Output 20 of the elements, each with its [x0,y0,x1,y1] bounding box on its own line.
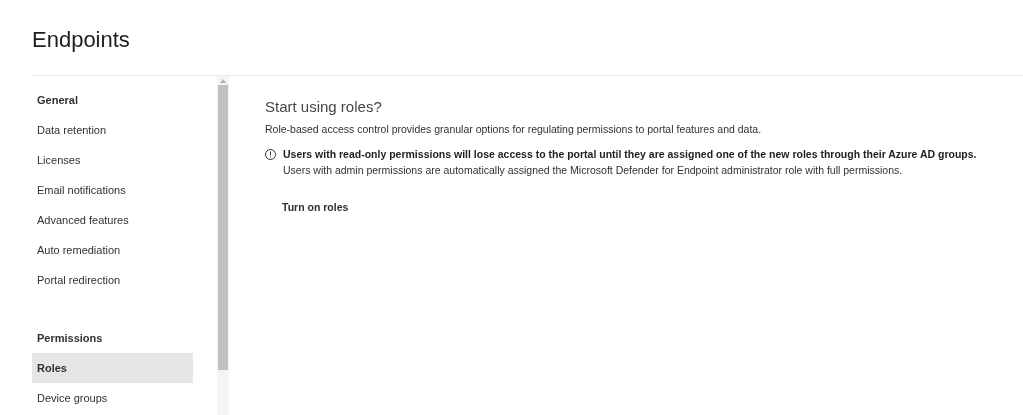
section-heading: Permissions [36,331,103,346]
description-text: Role-based access control provides granular options for regulating permissions to portal features and data. [265,123,762,135]
sidebar-item[interactable]: Licenses [32,145,193,175]
warning-text: Users with read-only permissions will lose access to the portal until they are assigned one of the new roles through their Azure AD groups. [283,148,977,160]
page-title: Endpoints [32,27,130,54]
warning-detail: Users with admin permissions are automatically assigned the Microsoft Defender for Endpoint administrator role with full permissions. [283,164,904,176]
section-heading: General [36,93,78,108]
sidebar-item[interactable]: Device groups [32,383,193,413]
sidebar-item[interactable]: Roles [32,353,193,383]
section-title: Start using roles? [265,98,382,115]
sidebar-item[interactable]: Auto remediation [32,235,193,265]
sidebar-item[interactable]: Advanced features [32,205,193,235]
scrollbar-thumb[interactable] [218,85,228,370]
turn-on-roles-button[interactable]: Turn on roles [275,197,356,217]
sidebar-item[interactable]: Email notifications [32,175,193,205]
sidebar-item[interactable]: Portal redirection [32,265,193,295]
info-icon [265,149,276,160]
sidebar-item[interactable]: Data retention [32,115,193,145]
scrollbar[interactable] [217,76,229,415]
scroll-up-icon[interactable] [220,79,226,83]
